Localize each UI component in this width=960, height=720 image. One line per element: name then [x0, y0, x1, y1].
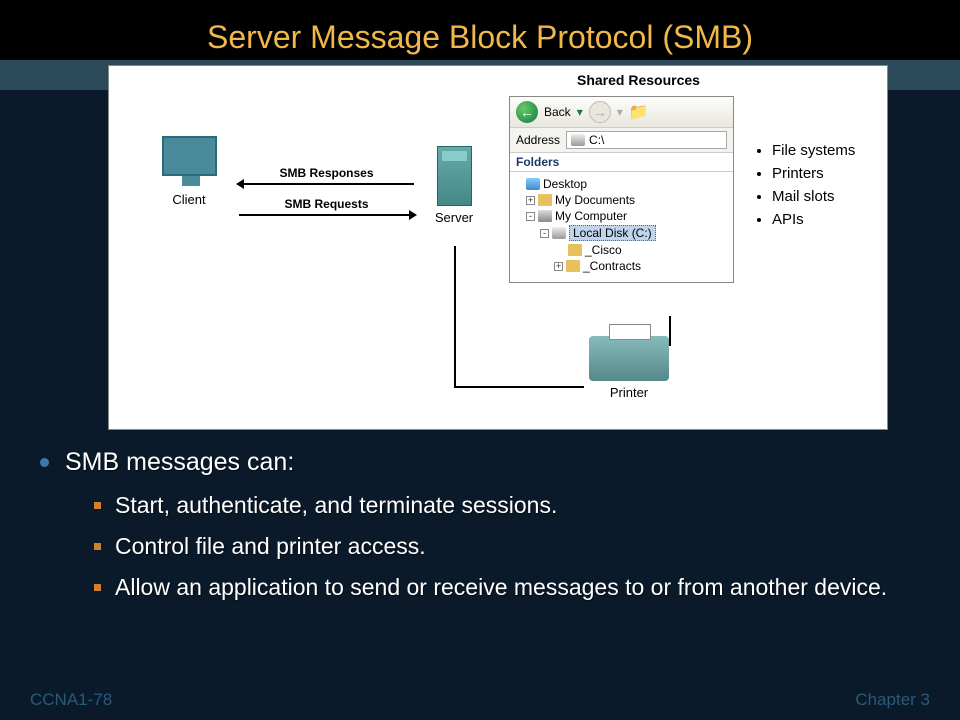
- desktop-icon: [526, 178, 540, 190]
- resources-list: File systems Printers Mail slots APIs: [754, 136, 855, 234]
- shared-resources-heading: Shared Resources: [577, 72, 700, 88]
- tree-label: Desktop: [543, 177, 587, 191]
- explorer-toolbar: ← Back ▾ → ▾ 📁: [510, 97, 733, 128]
- tree-label: _Contracts: [583, 259, 641, 273]
- tree-desktop[interactable]: Desktop: [512, 176, 731, 192]
- title-bar: Server Message Block Protocol (SMB): [0, 0, 960, 60]
- folder-icon: [566, 260, 580, 272]
- server-icon: [437, 146, 472, 206]
- tree-label: My Computer: [555, 209, 627, 223]
- list-item: Mail slots: [772, 188, 855, 205]
- tree-label-selected: Local Disk (C:): [569, 225, 656, 241]
- folder-tree: Desktop + My Documents - My Computer - L…: [510, 172, 733, 282]
- collapse-icon[interactable]: -: [526, 212, 535, 221]
- connector: [454, 246, 456, 386]
- expand-icon[interactable]: +: [526, 196, 535, 205]
- forward-button[interactable]: →: [589, 101, 611, 123]
- server-node: Server: [414, 146, 494, 225]
- bullet-text: Start, authenticate, and terminate sessi…: [115, 491, 557, 520]
- dropdown-icon[interactable]: ▾: [577, 105, 583, 119]
- disk-icon: [571, 134, 585, 146]
- monitor-icon: [162, 136, 217, 176]
- collapse-icon[interactable]: -: [540, 229, 549, 238]
- bullet-text: Allow an application to send or receive …: [115, 573, 887, 602]
- connector: [454, 386, 584, 388]
- diagram-panel: Shared Resources Client Server SMB Respo…: [108, 65, 888, 430]
- tree-cisco[interactable]: _Cisco: [512, 242, 731, 258]
- bullet-icon: [94, 502, 101, 509]
- list-item: APIs: [772, 211, 855, 228]
- footer-right: Chapter 3: [855, 690, 930, 710]
- computer-icon: [538, 210, 552, 222]
- bullet-sub: Control file and printer access.: [94, 532, 920, 561]
- arrows: SMB Responses SMB Requests: [239, 166, 414, 228]
- dropdown-icon[interactable]: ▾: [617, 105, 623, 119]
- explorer-window: ← Back ▾ → ▾ 📁 Address C:\ Folders Deskt…: [509, 96, 734, 283]
- printer-icon: [589, 336, 669, 381]
- printer-node: Printer: [569, 336, 689, 400]
- address-label: Address: [516, 133, 560, 147]
- documents-icon: [538, 194, 552, 206]
- client-label: Client: [139, 192, 239, 207]
- address-value: C:\: [589, 133, 604, 147]
- bullet-icon: [40, 458, 49, 467]
- bullet-icon: [94, 584, 101, 591]
- back-label: Back: [544, 105, 571, 119]
- bullet-text: Control file and printer access.: [115, 532, 426, 561]
- footer-left: CCNA1-78: [30, 690, 112, 710]
- bullet-icon: [94, 543, 101, 550]
- bullet-main: SMB messages can:: [40, 448, 920, 477]
- printer-label: Printer: [569, 385, 689, 400]
- up-folder-icon[interactable]: 📁: [629, 102, 649, 122]
- tree-label: _Cisco: [585, 243, 622, 257]
- responses-label: SMB Responses: [239, 166, 414, 180]
- list-item: Printers: [772, 165, 855, 182]
- folders-header: Folders: [510, 153, 733, 172]
- server-label: Server: [414, 210, 494, 225]
- arrow-responses: [239, 183, 414, 185]
- tree-label: My Documents: [555, 193, 635, 207]
- tree-local-disk[interactable]: - Local Disk (C:): [512, 224, 731, 242]
- back-button[interactable]: ←: [516, 101, 538, 123]
- requests-label: SMB Requests: [239, 197, 414, 211]
- slide-title: Server Message Block Protocol (SMB): [207, 19, 753, 60]
- tree-my-computer[interactable]: - My Computer: [512, 208, 731, 224]
- folder-icon: [568, 244, 582, 256]
- arrow-requests: [239, 214, 414, 216]
- disk-icon: [552, 227, 566, 239]
- slide-body: SMB messages can: Start, authenticate, a…: [40, 448, 920, 613]
- list-item: File systems: [772, 142, 855, 159]
- tree-my-documents[interactable]: + My Documents: [512, 192, 731, 208]
- expand-icon[interactable]: +: [554, 262, 563, 271]
- bullet-sub: Start, authenticate, and terminate sessi…: [94, 491, 920, 520]
- tree-contracts[interactable]: + _Contracts: [512, 258, 731, 274]
- address-field[interactable]: C:\: [566, 131, 727, 149]
- address-bar: Address C:\: [510, 128, 733, 153]
- bullet-text: SMB messages can:: [65, 448, 294, 477]
- footer: CCNA1-78 Chapter 3: [0, 690, 960, 710]
- client-node: Client: [139, 136, 239, 207]
- bullet-sub: Allow an application to send or receive …: [94, 573, 920, 602]
